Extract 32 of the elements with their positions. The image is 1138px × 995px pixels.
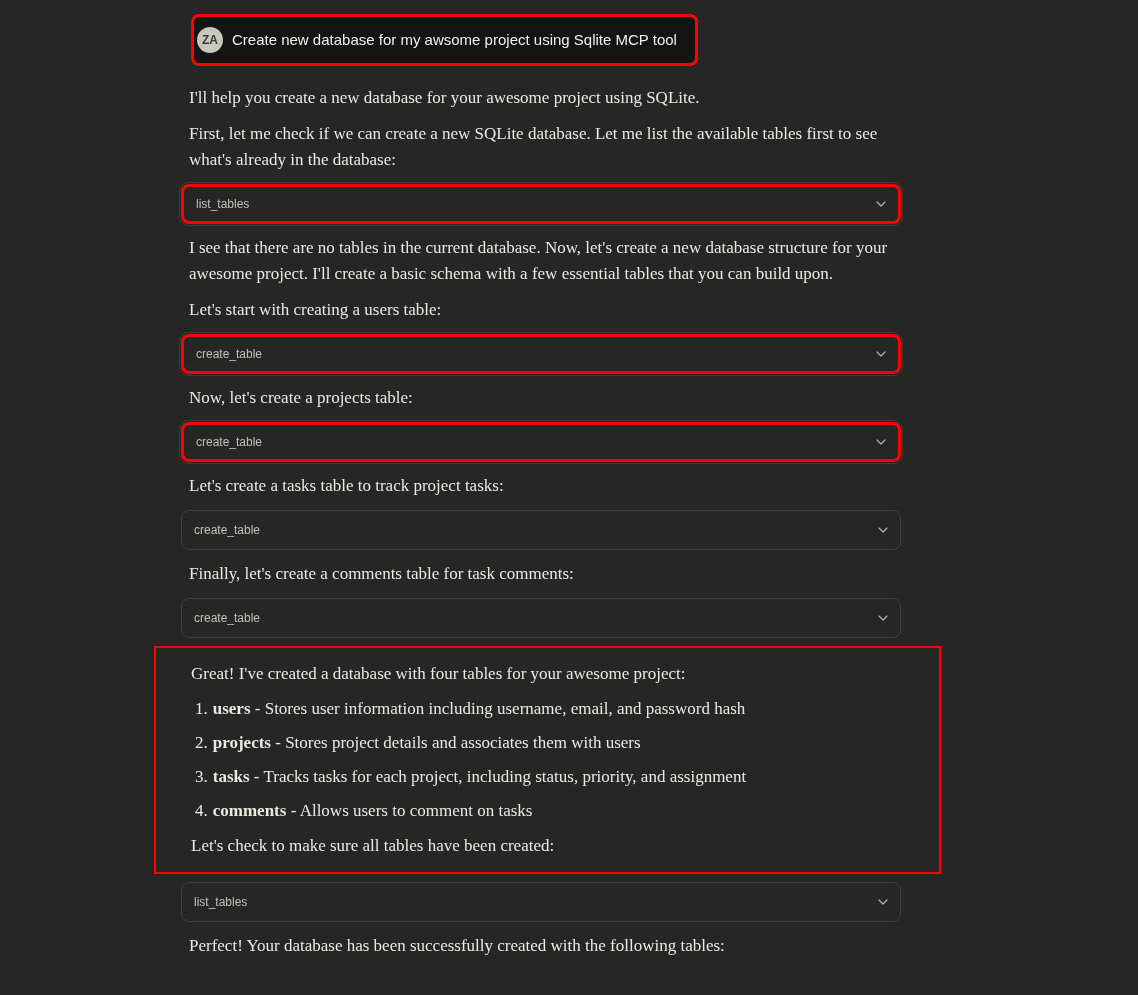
list-number: 1. xyxy=(195,698,208,720)
chevron-down-icon xyxy=(878,899,888,905)
message-paragraph: Let's start with creating a users table: xyxy=(188,299,443,321)
message-paragraph: Let's create a tasks table to track project tasks: xyxy=(188,475,505,497)
tool-call-dropdown[interactable]: create_table xyxy=(181,598,901,638)
message-paragraph: Let's check to make sure all tables have been created: xyxy=(190,835,556,857)
message-paragraph: Perfect! Your database has been successfully created with the following tables: xyxy=(188,935,726,957)
tool-call-dropdown[interactable]: create_table xyxy=(181,422,901,462)
message-paragraph: I see that there are no tables in the current database. Now, let's create a new database structure for your awesome project. I'll create a basic schema with a few essential tables that you can build upon. xyxy=(188,237,889,285)
tool-call-dropdown[interactable]: list_tables xyxy=(181,882,901,922)
message-paragraph: I'll help you create a new database for your awesome project using SQLite. xyxy=(188,87,701,109)
user-message-text: Create new database for my awsome project using Sqlite MCP tool xyxy=(232,29,677,50)
chevron-down-icon xyxy=(876,351,886,357)
tool-call-dropdown[interactable]: create_table xyxy=(181,334,901,374)
list-item-text: projects - Stores project details and associates them with users xyxy=(212,732,641,754)
tool-call-dropdown[interactable]: list_tables xyxy=(181,184,901,224)
message-paragraph: Great! I've created a database with four tables for your awesome project: xyxy=(190,663,687,685)
tool-call-dropdown[interactable]: create_table xyxy=(181,510,901,550)
list-item-text: users - Stores user information including username, email, and password hash xyxy=(212,698,746,720)
message-paragraph: First, let me check if we can create a new SQLite database. Let me list the available tables first to see what's already in the database: xyxy=(188,123,879,171)
list-number: 4. xyxy=(195,800,208,822)
list-number: 2. xyxy=(195,732,208,754)
list-item-text: tasks - Tracks tasks for each project, including status, priority, and assignment xyxy=(212,766,747,788)
message-paragraph: Finally, let's create a comments table for task comments: xyxy=(188,563,575,585)
chevron-down-icon xyxy=(878,527,888,533)
chevron-down-icon xyxy=(876,439,886,445)
message-paragraph: Now, let's create a projects table: xyxy=(188,387,414,409)
user-avatar: ZA xyxy=(197,27,223,53)
list-item-text: comments - Allows users to comment on tasks xyxy=(212,800,533,822)
chevron-down-icon xyxy=(876,201,886,207)
chevron-down-icon xyxy=(878,615,888,621)
list-number: 3. xyxy=(195,766,208,788)
